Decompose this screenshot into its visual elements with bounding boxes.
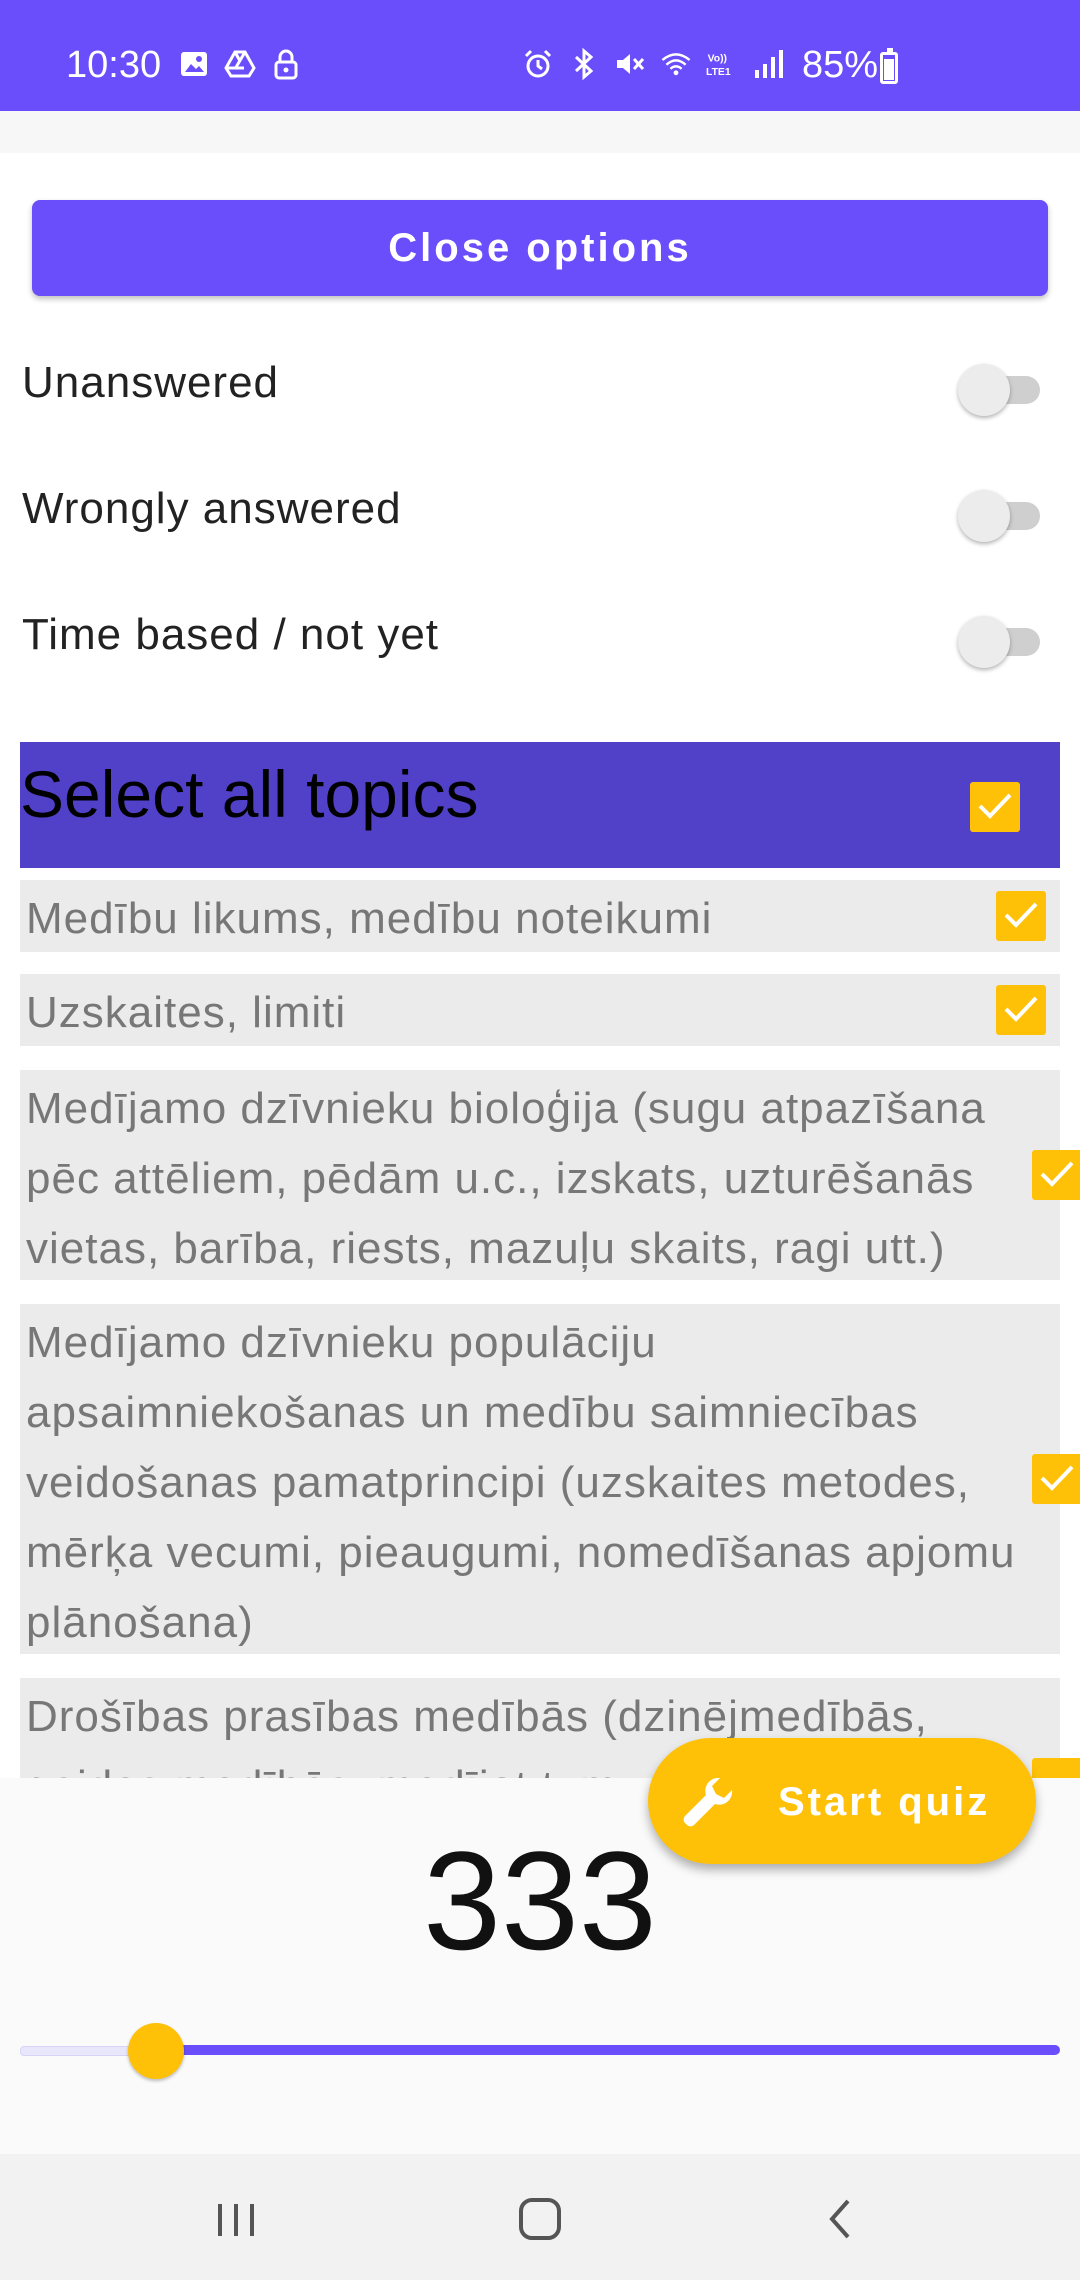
- option-unanswered[interactable]: Unanswered: [22, 358, 1052, 418]
- signal-icon: [752, 48, 784, 80]
- wifi-icon: [660, 48, 692, 80]
- bluetooth-icon: [568, 48, 600, 80]
- navigation-bar: [0, 2154, 1080, 2280]
- home-icon: [519, 2198, 561, 2240]
- volte-icon: Vo)) LTE1: [706, 48, 738, 80]
- back-chevron-icon: [829, 2199, 850, 2239]
- topics-list[interactable]: Medību likums, medību noteikumi Uzskaite…: [0, 868, 1080, 1778]
- unanswered-toggle[interactable]: [958, 362, 1042, 416]
- option-label: Wrongly answered: [22, 484, 402, 533]
- slider-active-track: [156, 2045, 1060, 2055]
- checkmark-icon: [978, 793, 1012, 819]
- lock-icon: [270, 48, 302, 80]
- battery-percent: 85%: [802, 44, 879, 86]
- checkmark-icon: [1040, 1465, 1074, 1491]
- mute-icon: [614, 48, 646, 80]
- status-time: 10:30: [66, 44, 162, 86]
- drive-icon: [224, 48, 256, 80]
- option-time-based[interactable]: Time based / not yet: [22, 610, 1052, 670]
- recents-icon: [218, 2204, 254, 2236]
- topic-checkbox[interactable]: [1032, 1758, 1080, 1778]
- select-all-checkbox[interactable]: [970, 782, 1020, 832]
- wrongly-answered-toggle[interactable]: [958, 488, 1042, 542]
- topic-checkbox[interactable]: [1032, 1150, 1080, 1200]
- option-label: Time based / not yet: [22, 610, 440, 659]
- start-quiz-label: Start quiz: [778, 1780, 991, 1824]
- topic-item[interactable]: Medījamo dzīvnieku populāciju apsaimniek…: [20, 1304, 1080, 1654]
- select-all-topics-row[interactable]: Select all topics: [20, 742, 1060, 868]
- topic-label: Uzskaites, limiti: [26, 988, 347, 1037]
- topic-item[interactable]: Medību likums, medību noteikumi: [20, 880, 1060, 952]
- home-button[interactable]: [500, 2184, 580, 2254]
- image-icon: [178, 48, 210, 80]
- topic-label: Medījamo dzīvnieku populāciju apsaimniek…: [26, 1318, 1016, 1647]
- battery-icon: [880, 48, 898, 84]
- slider-thumb[interactable]: [128, 2023, 184, 2079]
- start-quiz-button[interactable]: Start quiz: [648, 1738, 1036, 1864]
- option-wrongly-answered[interactable]: Wrongly answered: [22, 484, 1052, 544]
- time-based-toggle[interactable]: [958, 614, 1042, 668]
- topic-checkbox[interactable]: [996, 985, 1046, 1035]
- question-count-slider[interactable]: [20, 2020, 1060, 2080]
- topic-label: Medību likums, medību noteikumi: [26, 894, 713, 943]
- checkmark-icon: [1004, 996, 1038, 1022]
- svg-text:LTE1: LTE1: [706, 67, 731, 78]
- wrench-icon: [680, 1774, 736, 1830]
- select-all-topics-label: Select all topics: [20, 757, 479, 831]
- topic-checkbox[interactable]: [1032, 1454, 1080, 1504]
- status-left-icons: [178, 48, 302, 80]
- status-bar: 10:30 Vo)) LTE1 85%: [0, 0, 1080, 111]
- checkmark-icon: [1040, 1161, 1074, 1187]
- option-label: Unanswered: [22, 358, 280, 407]
- svg-text:Vo)): Vo)): [708, 54, 727, 65]
- topic-item[interactable]: Uzskaites, limiti: [20, 974, 1060, 1046]
- alarm-icon: [522, 48, 554, 80]
- topic-item[interactable]: Medījamo dzīvnieku bioloģija (sugu atpaz…: [20, 1070, 1080, 1280]
- topic-checkbox[interactable]: [996, 891, 1046, 941]
- recent-apps-button[interactable]: [196, 2184, 276, 2254]
- status-right-icons: Vo)) LTE1: [522, 48, 784, 80]
- back-button[interactable]: [800, 2184, 880, 2254]
- close-options-button[interactable]: Close options: [32, 200, 1048, 296]
- top-band: [0, 111, 1080, 153]
- checkmark-icon: [1004, 902, 1038, 928]
- topic-label: Medījamo dzīvnieku bioloģija (sugu atpaz…: [26, 1084, 986, 1273]
